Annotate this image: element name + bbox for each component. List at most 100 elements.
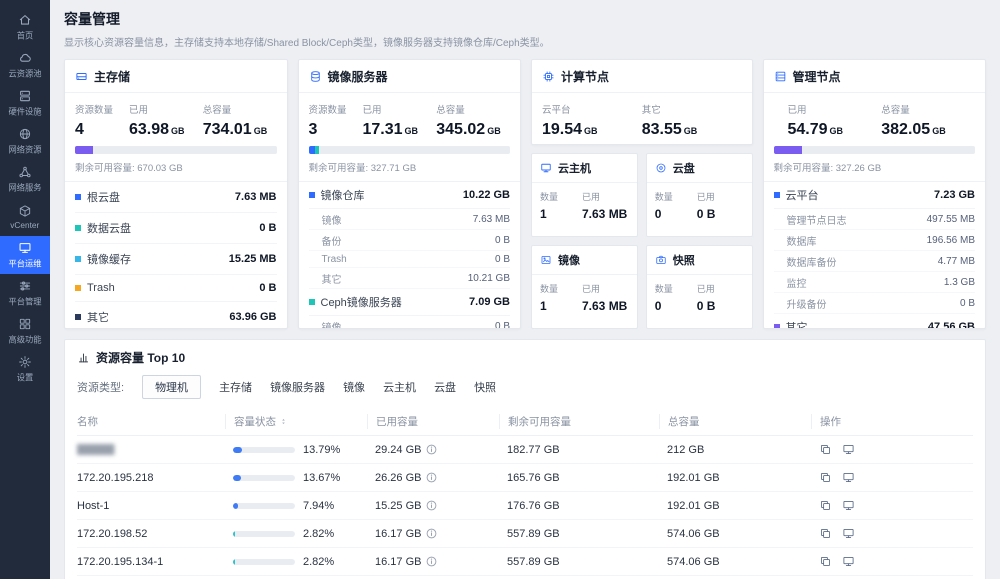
tab-vm[interactable]: 云主机 — [383, 379, 416, 395]
copy-icon[interactable] — [819, 471, 832, 484]
copy-icon[interactable] — [819, 499, 832, 512]
legend-dot — [75, 314, 81, 320]
remain-value: 165.76 GB — [499, 472, 659, 484]
breakdown-list: 根云盘7.63 MB 数据云盘0 B 镜像缓存15.25 MB Trash0 B… — [65, 182, 287, 329]
used-value: 16.17 GB — [375, 556, 421, 568]
group-item: 镜像仓库10.22 GB — [309, 182, 511, 209]
copy-icon[interactable] — [819, 527, 832, 540]
sub-item: 数据库备份4.77 MB — [774, 251, 976, 272]
summary-cards: 主存储 资源数量4 已用63.98GB 总容量734.01GB 剩余可用容量: … — [64, 59, 986, 329]
sidebar-item-label: 设置 — [17, 371, 34, 383]
tab-primary-storage[interactable]: 主存储 — [219, 379, 252, 395]
table-row[interactable]: 172.20.195.218 13.67% 26.26 GB 165.76 GB… — [77, 464, 973, 492]
network-nodes-icon — [18, 165, 32, 179]
used-value: 29.24 GB — [375, 444, 421, 456]
tab-image[interactable]: 镜像 — [343, 379, 365, 395]
usage-percent: 13.67% — [303, 472, 340, 484]
sidebar-item-platform-mgmt[interactable]: 平台管理 — [0, 274, 50, 312]
table-row[interactable]: ██████ 13.79% 29.24 GB 182.77 GB 212 GB — [77, 436, 973, 464]
list-item: 数据云盘0 B — [75, 213, 277, 244]
stat-label: 总容量 — [436, 102, 510, 116]
table-row[interactable]: 172.20.195.134-1 2.82% 16.17 GB 557.89 G… — [77, 548, 973, 576]
info-icon[interactable] — [426, 500, 437, 511]
sidebar-item-label: 高级功能 — [8, 333, 41, 345]
sidebar-item-advanced[interactable]: 高级功能 — [0, 312, 50, 350]
usage-bar — [233, 447, 295, 453]
stat-value: 17.31GB — [363, 121, 437, 139]
list-item: 根云盘7.63 MB — [75, 182, 277, 213]
card-title: 主存储 — [94, 68, 130, 85]
monitor-icon — [18, 241, 32, 255]
sidebar-item-hardware[interactable]: 硬件设施 — [0, 84, 50, 122]
sidebar-item-label: vCenter — [10, 220, 39, 229]
tab-snapshot[interactable]: 快照 — [474, 379, 496, 395]
sort-icon[interactable] — [279, 417, 288, 426]
table-row[interactable]: Host-1 7.94% 15.25 GB 176.76 GB 192.01 G… — [77, 492, 973, 520]
stat-label: 总容量 — [881, 102, 975, 116]
sidebar-item-network-resources[interactable]: 网络资源 — [0, 122, 50, 160]
legend-dot — [75, 225, 81, 231]
card-title: 云主机 — [558, 160, 591, 176]
sidebar-item-label: 网络服务 — [8, 181, 41, 193]
info-icon[interactable] — [426, 556, 437, 567]
storage-stats: 资源数量3 已用17.31GB 总容量345.02GB — [299, 93, 521, 142]
tab-volume[interactable]: 云盘 — [434, 379, 456, 395]
sidebar-item-label: 硬件设施 — [8, 105, 41, 117]
sidebar-item-label: 网络资源 — [8, 143, 41, 155]
sidebar-item-home[interactable]: 首页 — [0, 8, 50, 46]
copy-icon[interactable] — [819, 443, 832, 456]
snapshot-card: 快照 数量0 已用0 B — [646, 245, 753, 329]
image-card: 镜像 数量1 已用7.63 MB — [531, 245, 638, 329]
sub-item: 镜像0 B — [309, 316, 511, 329]
stat-value: 19.54GB — [542, 121, 642, 139]
storage-drive-icon — [75, 70, 88, 83]
grid-icon — [18, 317, 32, 331]
remain-value: 182.77 GB — [499, 444, 659, 456]
compute-stats: 云平台19.54GB 其它83.55GB — [532, 93, 752, 142]
management-node-card: 管理节点 已用54.79GB 总容量382.05GB 剩余可用容量: 327.2… — [763, 59, 987, 329]
stat-label: 已用 — [129, 102, 203, 116]
card-header: 镜像服务器 — [299, 60, 521, 93]
card-title: 管理节点 — [793, 68, 841, 85]
sidebar-item-cloud-pool[interactable]: 云资源池 — [0, 46, 50, 84]
monitor-icon[interactable] — [842, 471, 855, 484]
monitor-icon[interactable] — [842, 499, 855, 512]
info-icon[interactable] — [426, 444, 437, 455]
sidebar-item-platform-ops[interactable]: 平台运维 — [0, 236, 50, 274]
monitor-icon[interactable] — [842, 555, 855, 568]
legend-dot — [309, 192, 315, 198]
tab-physical-host[interactable]: 物理机 — [142, 375, 201, 399]
sidebar-item-label: 首页 — [17, 29, 34, 41]
usage-bar — [233, 503, 295, 509]
table-row[interactable]: 172.20.198.52 2.82% 16.17 GB 557.89 GB 5… — [77, 520, 973, 548]
top10-header: 资源容量 Top 10 — [65, 340, 985, 372]
total-value: 574.06 GB — [659, 528, 811, 540]
stat-label: 资源数量 — [75, 102, 129, 116]
copy-icon[interactable] — [819, 555, 832, 568]
sidebar-item-vcenter[interactable]: vCenter — [0, 198, 50, 236]
card-title: 快照 — [673, 252, 695, 268]
monitor-icon[interactable] — [842, 443, 855, 456]
list-item: 镜像缓存15.25 MB — [75, 244, 277, 275]
sidebar-item-settings[interactable]: 设置 — [0, 350, 50, 388]
stat-value: 83.55GB — [642, 121, 742, 139]
sub-item: 管理节点日志497.55 MB — [774, 209, 976, 230]
monitor-icon[interactable] — [842, 527, 855, 540]
primary-storage-card: 主存储 资源数量4 已用63.98GB 总容量734.01GB 剩余可用容量: … — [64, 59, 288, 329]
card-title: 云盘 — [673, 160, 695, 176]
remaining-capacity: 剩余可用容量: 327.26 GB — [764, 154, 986, 182]
stat-label: 已用 — [788, 102, 882, 116]
used-value: 15.25 GB — [375, 500, 421, 512]
group-item: 云平台7.23 GB — [774, 182, 976, 209]
image-server-card: 镜像服务器 资源数量3 已用17.31GB 总容量345.02GB 剩余可用容量… — [298, 59, 522, 329]
info-icon[interactable] — [426, 528, 437, 539]
card-header: 主存储 — [65, 60, 287, 93]
legend-dot — [75, 256, 81, 262]
info-icon[interactable] — [426, 472, 437, 483]
col-status[interactable]: 容量状态 — [225, 414, 367, 429]
volume-card: 云盘 数量0 已用0 B — [646, 153, 753, 237]
sidebar-item-network-services[interactable]: 网络服务 — [0, 160, 50, 198]
tab-image-server[interactable]: 镜像服务器 — [270, 379, 325, 395]
legend-dot — [75, 194, 81, 200]
card-header: 计算节点 — [532, 60, 752, 93]
